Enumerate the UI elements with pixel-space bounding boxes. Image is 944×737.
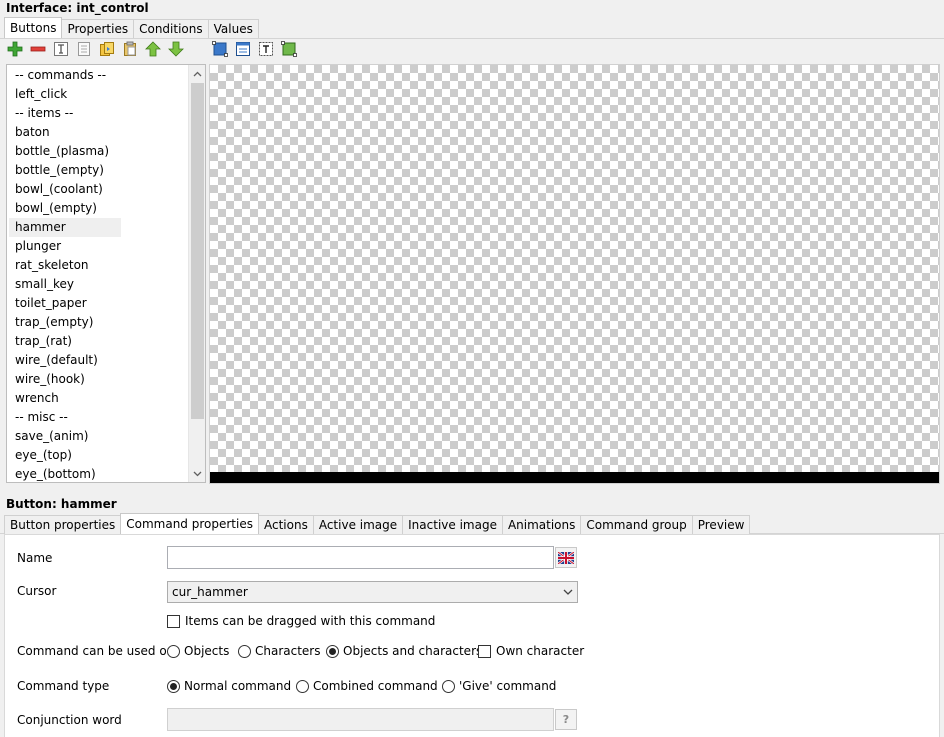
select-area-icon[interactable]: [211, 40, 229, 58]
radio-combined-command[interactable]: Combined command: [296, 679, 438, 693]
remove-icon[interactable]: [29, 40, 47, 58]
list-item[interactable]: toilet_paper: [9, 294, 121, 313]
text-frame-icon[interactable]: [52, 40, 70, 58]
list-item[interactable]: save_(anim): [9, 427, 121, 446]
radio-objects-label: Objects: [184, 644, 230, 658]
list-item[interactable]: bottle_(plasma): [9, 142, 121, 161]
drag-checkbox-box[interactable]: [167, 614, 180, 628]
tab-command-properties[interactable]: Command properties: [120, 513, 259, 534]
list-item[interactable]: bottle_(empty): [9, 161, 121, 180]
radio-normal-command-circle[interactable]: [167, 679, 180, 693]
used-on-label: Command can be used on: [17, 644, 175, 658]
radio-combined-command-label: Combined command: [313, 679, 438, 693]
tab-buttons[interactable]: Buttons: [4, 17, 63, 38]
text-area-icon[interactable]: [257, 40, 275, 58]
list-item[interactable]: trap_(rat): [9, 332, 121, 351]
list-item[interactable]: wire_(hook): [9, 370, 121, 389]
tab-actions[interactable]: Actions: [257, 515, 314, 534]
move-down-icon[interactable]: [167, 40, 185, 58]
uk-flag-icon: [558, 551, 574, 564]
conjunction-label: Conjunction word: [17, 713, 122, 727]
radio-give-command-label: 'Give' command: [459, 679, 557, 693]
list-item[interactable]: trap_(empty): [9, 313, 121, 332]
interface-canvas[interactable]: [209, 64, 940, 484]
radio-give-command-circle[interactable]: [442, 679, 455, 693]
cursor-label: Cursor: [17, 584, 57, 598]
list-item[interactable]: bowl_(coolant): [9, 180, 121, 199]
radio-normal-command-label: Normal command: [184, 679, 292, 693]
own-character-label: Own character: [496, 644, 585, 658]
copy-icon[interactable]: [98, 40, 116, 58]
list-item[interactable]: -- commands --: [9, 66, 121, 85]
command-type-label: Command type: [17, 679, 110, 693]
tab-properties[interactable]: Properties: [61, 19, 135, 38]
top-tab-bar: Buttons Properties Conditions Values: [4, 17, 259, 38]
radio-give-command[interactable]: 'Give' command: [442, 679, 556, 693]
add-icon[interactable]: [6, 40, 24, 58]
chevron-down-icon: [563, 582, 573, 602]
command-properties-panel: Name Cursor cur_hammer Items can be drag…: [4, 534, 940, 737]
list-scrollbar[interactable]: [188, 65, 205, 482]
canvas-bottom-bar: [210, 472, 939, 483]
list-item[interactable]: plunger: [9, 237, 121, 256]
bottom-tab-bar: Button properties Command properties Act…: [4, 513, 751, 534]
radio-characters-label: Characters: [255, 644, 321, 658]
help-button[interactable]: ?: [555, 709, 577, 730]
radio-characters[interactable]: Characters: [238, 644, 321, 658]
list-item[interactable]: small_key: [9, 275, 121, 294]
list-item[interactable]: -- misc --: [9, 408, 121, 427]
tab-inactive-image[interactable]: Inactive image: [402, 515, 503, 534]
list-item-selected[interactable]: hammer: [9, 218, 121, 237]
list-item[interactable]: -- items --: [9, 104, 121, 123]
scrollbar-thumb[interactable]: [191, 83, 204, 419]
scroll-down-icon[interactable]: [189, 465, 205, 482]
drag-checkbox-label: Items can be dragged with this command: [185, 614, 436, 628]
radio-objects-and-characters-label: Objects and characters: [343, 644, 483, 658]
move-up-icon[interactable]: [144, 40, 162, 58]
radio-objects-and-characters-circle[interactable]: [326, 644, 339, 658]
cursor-select-value: cur_hammer: [172, 585, 248, 599]
list-icon[interactable]: [75, 40, 93, 58]
interface-title: Interface: int_control: [6, 1, 149, 15]
paste-icon[interactable]: [121, 40, 139, 58]
own-character-checkbox[interactable]: Own character: [478, 644, 584, 658]
cursor-select[interactable]: cur_hammer: [167, 581, 578, 603]
drag-checkbox[interactable]: Items can be dragged with this command: [167, 614, 435, 628]
image-area-icon[interactable]: [280, 40, 298, 58]
list-item[interactable]: rat_skeleton: [9, 256, 121, 275]
button-section-title: Button: hammer: [6, 497, 117, 511]
radio-normal-command[interactable]: Normal command: [167, 679, 291, 693]
top-tab-divider: [0, 38, 944, 39]
radio-combined-command-circle[interactable]: [296, 679, 309, 693]
tab-command-group[interactable]: Command group: [580, 515, 693, 534]
window-frame-icon[interactable]: [234, 40, 252, 58]
button-list[interactable]: -- commands -- left_click -- items -- ba…: [6, 64, 206, 483]
tab-preview[interactable]: Preview: [691, 515, 751, 534]
tab-active-image[interactable]: Active image: [312, 515, 404, 534]
list-item[interactable]: wire_(default): [9, 351, 121, 370]
tab-button-properties[interactable]: Button properties: [4, 515, 122, 534]
list-item[interactable]: eye_(bottom): [9, 465, 121, 482]
tab-animations[interactable]: Animations: [501, 515, 582, 534]
list-item[interactable]: wrench: [9, 389, 121, 408]
tab-conditions[interactable]: Conditions: [133, 19, 209, 38]
tab-values[interactable]: Values: [207, 19, 259, 38]
conjunction-field[interactable]: [167, 708, 554, 731]
radio-objects[interactable]: Objects: [167, 644, 229, 658]
name-field[interactable]: [167, 546, 554, 569]
scroll-up-icon[interactable]: [189, 65, 205, 82]
name-label: Name: [17, 551, 53, 565]
list-item[interactable]: baton: [9, 123, 121, 142]
radio-characters-circle[interactable]: [238, 644, 251, 658]
language-flag-button[interactable]: [555, 547, 577, 568]
own-character-checkbox-box[interactable]: [478, 644, 491, 658]
radio-objects-circle[interactable]: [167, 644, 180, 658]
radio-objects-and-characters[interactable]: Objects and characters: [326, 644, 482, 658]
list-item[interactable]: bowl_(empty): [9, 199, 121, 218]
list-item[interactable]: eye_(top): [9, 446, 121, 465]
list-item[interactable]: left_click: [9, 85, 121, 104]
